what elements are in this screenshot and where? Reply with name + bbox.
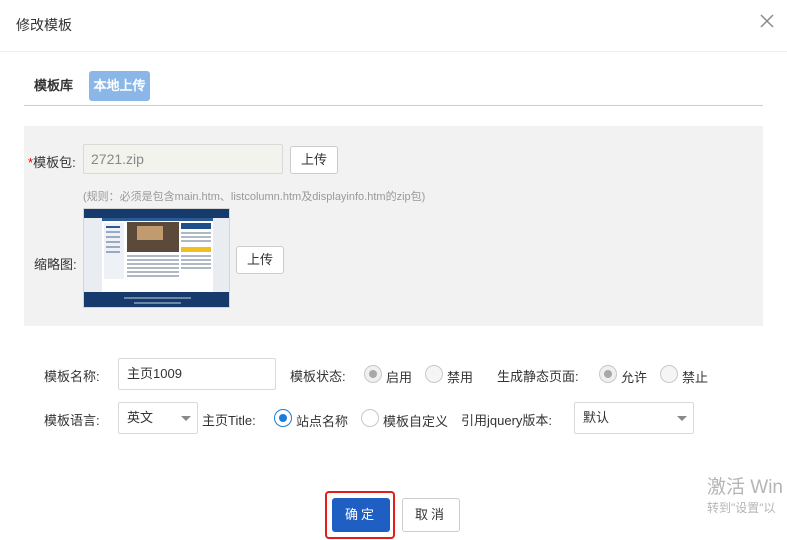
template-name-label: 模板名称: bbox=[44, 369, 100, 384]
activation-watermark-subtitle: 转到"设置"以 bbox=[707, 501, 776, 515]
chevron-down-icon bbox=[677, 416, 687, 421]
thumbnail-label: 缩略图: bbox=[34, 257, 77, 272]
package-file-field[interactable]: 2721.zip bbox=[83, 144, 283, 174]
home-title-label: 主页Title: bbox=[202, 413, 256, 428]
jquery-version-select[interactable]: 默认 bbox=[574, 402, 694, 434]
close-icon[interactable] bbox=[757, 11, 777, 31]
static-deny-label: 禁止 bbox=[682, 370, 709, 385]
tab-local-upload[interactable]: 本地上传 bbox=[89, 71, 150, 101]
package-rule-text: (规则：必须是包含main.htm、listcolumn.htm及display… bbox=[83, 191, 426, 203]
static-allow-radio[interactable] bbox=[599, 365, 617, 383]
template-language-label: 模板语言: bbox=[44, 413, 100, 428]
thumbnail-upload-button[interactable]: 上传 bbox=[236, 246, 285, 274]
static-allow-label: 允许 bbox=[621, 370, 648, 385]
title-custom-label: 模板自定义 bbox=[383, 414, 449, 429]
upload-panel: *模板包: 2721.zip 上传 (规则：必须是包含main.htm、list… bbox=[24, 126, 763, 326]
package-label: *模板包: bbox=[28, 152, 76, 171]
tab-bar: 模板库 本地上传 bbox=[24, 71, 763, 106]
title-site-name-radio[interactable] bbox=[274, 409, 292, 427]
status-enable-label: 启用 bbox=[386, 370, 413, 385]
template-language-value: 英文 bbox=[127, 410, 154, 425]
template-language-select[interactable]: 英文 bbox=[118, 402, 198, 434]
tab-template-library[interactable]: 模板库 bbox=[30, 71, 77, 101]
title-site-name-label: 站点名称 bbox=[296, 414, 349, 429]
package-upload-button[interactable]: 上传 bbox=[290, 146, 339, 174]
activation-watermark-title: 激活 Win bbox=[707, 477, 784, 498]
dialog-title: 修改模板 bbox=[16, 17, 72, 33]
static-page-label: 生成静态页面: bbox=[497, 369, 579, 384]
cancel-button[interactable]: 取消 bbox=[402, 498, 460, 532]
confirm-button[interactable]: 确定 bbox=[332, 498, 390, 532]
title-custom-radio[interactable] bbox=[361, 409, 379, 427]
chevron-down-icon bbox=[181, 416, 191, 421]
status-enable-radio[interactable] bbox=[364, 365, 382, 383]
status-disable-radio[interactable] bbox=[425, 365, 443, 383]
thumbnail-image bbox=[83, 208, 230, 308]
template-name-input[interactable]: 主页1009 bbox=[118, 358, 276, 390]
template-status-label: 模板状态: bbox=[290, 369, 346, 384]
dialog-header: 修改模板 bbox=[0, 0, 787, 52]
jquery-version-label: 引用jquery版本: bbox=[461, 413, 553, 428]
static-deny-radio[interactable] bbox=[660, 365, 678, 383]
jquery-version-value: 默认 bbox=[583, 410, 610, 425]
package-label-text: 模板包: bbox=[33, 155, 76, 170]
status-disable-label: 禁用 bbox=[447, 370, 474, 385]
